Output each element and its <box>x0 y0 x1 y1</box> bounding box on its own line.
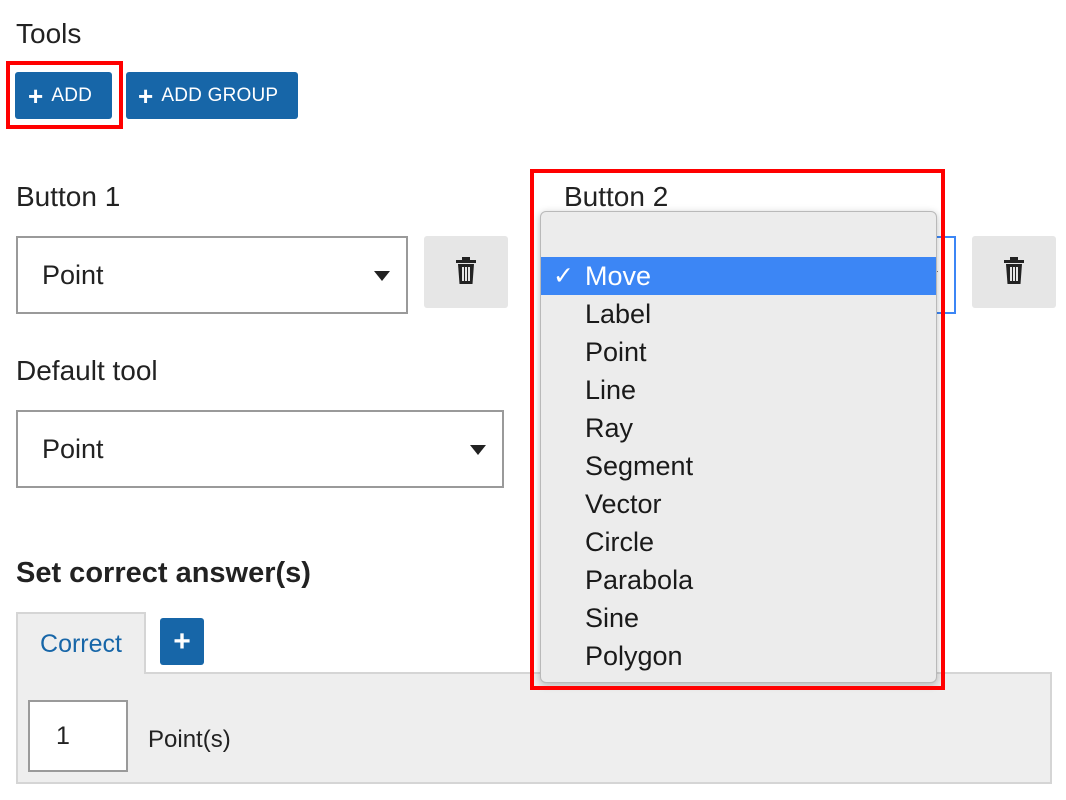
dropdown-option[interactable]: Polygon <box>541 637 936 675</box>
checkmark-icon: ✓ <box>553 262 574 290</box>
dropdown-option[interactable]: Ray <box>541 409 936 447</box>
dropdown-option[interactable]: Segment <box>541 447 936 485</box>
add-button[interactable]: + ADD <box>15 72 112 119</box>
points-label: Point(s) <box>148 726 231 753</box>
dropdown-option-label: Label <box>585 298 652 329</box>
chevron-down-icon <box>470 445 486 455</box>
correct-answers-heading: Set correct answer(s) <box>16 557 311 589</box>
dropdown-option-label: Line <box>585 374 637 405</box>
add-button-label: ADD <box>51 84 93 106</box>
dropdown-option-label: Sine <box>585 602 640 633</box>
dropdown-option-label: Segment <box>585 450 694 481</box>
dropdown-option[interactable]: Parabola <box>541 561 936 599</box>
tab-correct[interactable]: Correct <box>16 612 146 674</box>
button1-select[interactable]: Point <box>16 236 408 314</box>
default-tool-select[interactable]: Point <box>16 410 504 488</box>
delete-button2[interactable] <box>972 236 1056 308</box>
button1-select-value: Point <box>42 259 104 290</box>
points-input-value: 1 <box>56 721 70 750</box>
dropdown-option[interactable]: Sine <box>541 599 936 637</box>
add-tab-button[interactable]: + <box>160 618 204 665</box>
add-group-button[interactable]: + ADD GROUP <box>126 72 298 119</box>
dropdown-options: ✓ Move Label Point Line Ray Segment Vector Circl… <box>541 257 936 675</box>
delete-button1[interactable] <box>424 236 508 308</box>
points-input[interactable]: 1 <box>28 700 128 772</box>
tab-correct-label: Correct <box>40 629 122 658</box>
chevron-down-icon <box>374 271 390 281</box>
dropdown-option-label: Ray <box>585 412 634 443</box>
default-tool-select-value: Point <box>42 433 104 464</box>
default-tool-label: Default tool <box>16 355 158 386</box>
button2-dropdown-menu: ✓ Move Label Point Line Ray Segment Vector Circl… <box>540 211 937 683</box>
trash-icon <box>1004 257 1024 284</box>
dropdown-option[interactable]: Line <box>541 371 936 409</box>
dropdown-option[interactable]: Label <box>541 295 936 333</box>
dropdown-option[interactable]: Point <box>541 333 936 371</box>
button1-label: Button 1 <box>16 181 121 212</box>
dropdown-option-label: Parabola <box>585 564 694 595</box>
dropdown-option[interactable]: Vector <box>541 485 936 523</box>
dropdown-option[interactable]: ✓ Move <box>541 257 936 295</box>
trash-icon <box>456 257 476 284</box>
dropdown-option-label: Circle <box>585 526 655 557</box>
tools-title: Tools <box>16 18 82 49</box>
dropdown-option-label: Polygon <box>585 640 683 671</box>
dropdown-option[interactable]: Circle <box>541 523 936 561</box>
dropdown-option-label: Vector <box>585 488 662 519</box>
plus-icon: + <box>28 80 44 111</box>
dropdown-option-label: Move <box>585 260 652 291</box>
plus-icon: + <box>138 80 154 111</box>
dropdown-option-label: Point <box>585 336 647 367</box>
add-group-button-label: ADD GROUP <box>161 84 279 106</box>
plus-icon: + <box>173 624 191 658</box>
